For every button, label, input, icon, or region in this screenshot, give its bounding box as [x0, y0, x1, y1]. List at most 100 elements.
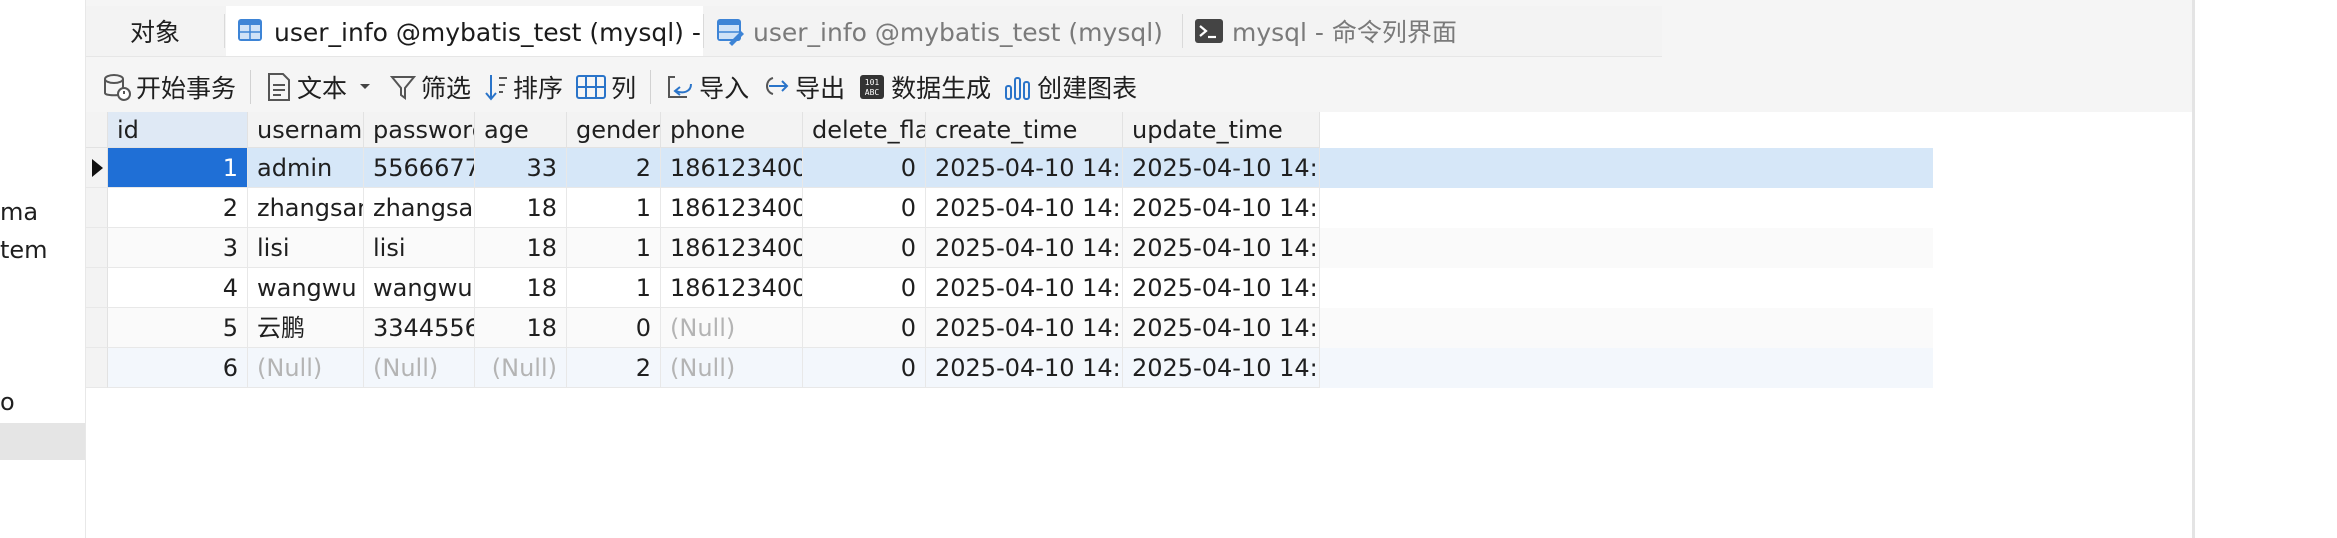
- row-header[interactable]: [86, 148, 108, 188]
- cell-phone[interactable]: 18612340003: [661, 228, 803, 268]
- cell-delete-flag[interactable]: 0: [803, 348, 926, 388]
- cell-password[interactable]: 55666778899: [364, 148, 475, 188]
- tab-separator: [224, 14, 225, 48]
- text-button[interactable]: 文本: [259, 65, 383, 109]
- row-header[interactable]: [86, 308, 108, 348]
- nav-item-fragment[interactable]: o: [0, 388, 85, 416]
- cell-gender[interactable]: 1: [567, 188, 661, 228]
- cell-phone[interactable]: (Null): [661, 348, 803, 388]
- cell-update-time[interactable]: 2025-04-10 14:13:14: [1123, 228, 1320, 268]
- cell-id[interactable]: 1: [108, 148, 248, 188]
- cell-phone[interactable]: 18612340004: [661, 268, 803, 308]
- cell-gender[interactable]: 0: [567, 308, 661, 348]
- column-header-create-time[interactable]: create_time: [926, 112, 1123, 148]
- column-header-password[interactable]: password: [364, 112, 475, 148]
- table-row[interactable]: 4wangwuwangwu1811861234000402025-04-10 1…: [86, 268, 1933, 308]
- current-row-arrow-icon: [92, 159, 103, 177]
- cell-age[interactable]: 18: [475, 228, 567, 268]
- row-header[interactable]: [86, 348, 108, 388]
- column-header-username[interactable]: username: [248, 112, 364, 148]
- tab-separator: [703, 14, 704, 48]
- cell-password[interactable]: wangwu: [364, 268, 475, 308]
- create-chart-button[interactable]: 创建图表: [997, 65, 1143, 109]
- tab-user-info[interactable]: user_info @mybatis_test (mysql) - 表: [705, 6, 1172, 56]
- nav-selected-item[interactable]: [0, 423, 85, 460]
- cell-id[interactable]: 6: [108, 348, 248, 388]
- cell-username[interactable]: (Null): [248, 348, 364, 388]
- navigation-panel: ma tem o: [0, 0, 85, 538]
- cell-age[interactable]: (Null): [475, 348, 567, 388]
- cell-phone[interactable]: 18612340002: [661, 188, 803, 228]
- table-row[interactable]: 3lisilisi1811861234000302025-04-10 14:13…: [86, 228, 1933, 268]
- cell-id[interactable]: 4: [108, 268, 248, 308]
- cell-create-time[interactable]: 2025-04-10 14:13:14: [926, 188, 1123, 228]
- begin-transaction-button[interactable]: 开始事务: [96, 65, 242, 109]
- cell-username[interactable]: admin: [248, 148, 364, 188]
- row-header[interactable]: [86, 228, 108, 268]
- cell-phone[interactable]: 18612340001: [661, 148, 803, 188]
- cell-delete-flag[interactable]: 0: [803, 188, 926, 228]
- column-header-delete-flag[interactable]: delete_flag: [803, 112, 926, 148]
- import-button[interactable]: 导入: [659, 65, 755, 109]
- cell-password[interactable]: lisi: [364, 228, 475, 268]
- cell-delete-flag[interactable]: 0: [803, 308, 926, 348]
- column-header-gender[interactable]: gender: [567, 112, 661, 148]
- column-header-update-time[interactable]: update_time: [1123, 112, 1320, 148]
- nav-item-fragment[interactable]: tem: [0, 236, 85, 264]
- toolbar: 开始事务 文本 筛选 排序 列 导入 导出 101 ABC 数据生成 创建图表: [86, 62, 2192, 112]
- cell-update-time[interactable]: 2025-04-10 14:19:17: [1123, 308, 1320, 348]
- data-generation-button[interactable]: 101 ABC 数据生成: [851, 65, 997, 109]
- cell-age[interactable]: 33: [475, 148, 567, 188]
- cell-update-time[interactable]: 2025-04-10 14:53:56: [1123, 148, 1320, 188]
- cell-create-time[interactable]: 2025-04-10 14:13:14: [926, 228, 1123, 268]
- sort-button[interactable]: 排序: [477, 65, 569, 109]
- export-button[interactable]: 导出: [755, 65, 851, 109]
- cell-delete-flag[interactable]: 0: [803, 268, 926, 308]
- cell-username[interactable]: lisi: [248, 228, 364, 268]
- cell-id[interactable]: 5: [108, 308, 248, 348]
- cell-update-time[interactable]: 2025-04-10 14:13:16: [1123, 268, 1320, 308]
- cell-age[interactable]: 18: [475, 268, 567, 308]
- table-row[interactable]: 1admin556667788993321861234000102025-04-…: [86, 148, 1933, 188]
- column-header-phone[interactable]: phone: [661, 112, 803, 148]
- cell-password[interactable]: zhangsan: [364, 188, 475, 228]
- cell-phone[interactable]: (Null): [661, 308, 803, 348]
- cell-gender[interactable]: 2: [567, 348, 661, 388]
- columns-button[interactable]: 列: [569, 65, 642, 109]
- table-row[interactable]: 6 (Null) (Null) (Null) 2 (Null) 0 2025-04-10 14…: [86, 348, 1933, 388]
- cell-gender[interactable]: 1: [567, 268, 661, 308]
- cell-gender[interactable]: 1: [567, 228, 661, 268]
- table-row[interactable]: 2zhangsanzhangsan1811861234000202025-04-…: [86, 188, 1933, 228]
- column-header-id[interactable]: id: [108, 112, 248, 148]
- cell-gender[interactable]: 2: [567, 148, 661, 188]
- tab-objects[interactable]: 对象: [86, 6, 224, 56]
- cell-delete-flag[interactable]: 0: [803, 228, 926, 268]
- sort-icon: [485, 75, 508, 101]
- import-icon: [668, 76, 693, 98]
- cell-update-time[interactable]: 2025-04-10 14:13:14: [1123, 188, 1320, 228]
- cell-create-time[interactable]: 2025-04-10 14:19:17: [926, 308, 1123, 348]
- cell-username[interactable]: wangwu: [248, 268, 364, 308]
- cell-create-time[interactable]: 2025-04-10 14:13:16: [926, 268, 1123, 308]
- table-row[interactable]: 5云鹏33445566180(Null)02025-04-10 14:19:17…: [86, 308, 1933, 348]
- cell-username[interactable]: zhangsan: [248, 188, 364, 228]
- cell-id[interactable]: 3: [108, 228, 248, 268]
- column-header-age[interactable]: age: [475, 112, 567, 148]
- cell-age[interactable]: 18: [475, 188, 567, 228]
- cell-create-time[interactable]: 2025-04-10 14:27:01: [926, 348, 1123, 388]
- cell-age[interactable]: 18: [475, 308, 567, 348]
- nav-item-fragment[interactable]: ma: [0, 198, 85, 226]
- cell-id[interactable]: 2: [108, 188, 248, 228]
- cell-update-time[interactable]: 2025-04-10 14:27:01: [1123, 348, 1320, 388]
- cell-password[interactable]: (Null): [364, 348, 475, 388]
- filter-button[interactable]: 筛选: [383, 65, 477, 109]
- cell-password[interactable]: 33445566: [364, 308, 475, 348]
- row-header[interactable]: [86, 268, 108, 308]
- cell-username[interactable]: 云鹏: [248, 308, 364, 348]
- tab-user-info-active[interactable]: user_info @mybatis_test (mysql) - 表: [226, 6, 703, 56]
- cell-delete-flag[interactable]: 0: [803, 148, 926, 188]
- row-header[interactable]: [86, 188, 108, 228]
- tab-mysql-console[interactable]: mysql - 命令列界面: [1184, 6, 1524, 56]
- cell-create-time[interactable]: 2025-04-10 14:13:14: [926, 148, 1123, 188]
- begin-transaction-label: 开始事务: [136, 74, 237, 103]
